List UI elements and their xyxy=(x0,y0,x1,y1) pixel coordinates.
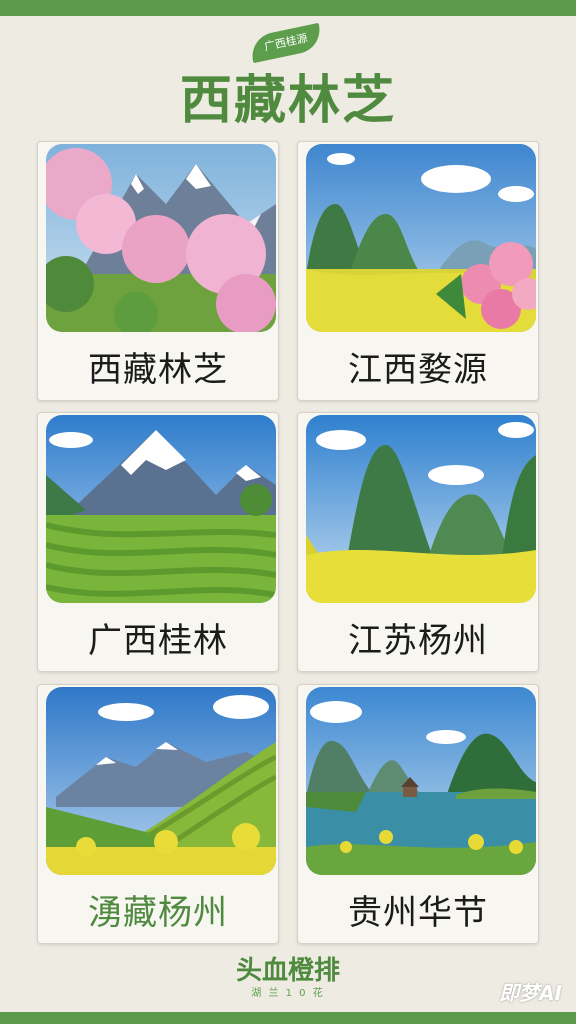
card-label: 江西婺源 xyxy=(348,350,488,390)
top-frame-bar xyxy=(0,0,576,16)
scene-image-mountain-peach xyxy=(46,144,276,332)
bottom-frame-bar xyxy=(0,1012,576,1024)
page-title: 西藏林芝 xyxy=(179,71,396,131)
card-label: 贵州华节 xyxy=(348,893,488,933)
footer-title: 头血橙排 xyxy=(235,956,340,986)
destination-card-3[interactable]: 广西桂林 xyxy=(37,412,279,672)
card-label: 广西桂林 xyxy=(88,621,228,661)
destination-card-6[interactable]: 贵州华节 xyxy=(297,684,539,944)
scene-image-karst-rapeseed xyxy=(306,415,536,603)
scene-image-snow-terraces xyxy=(46,415,276,603)
destination-card-4[interactable]: 江苏杨州 xyxy=(297,412,539,672)
card-label: 江苏杨州 xyxy=(348,621,488,661)
scene-image-karst-lake xyxy=(306,687,536,875)
card-label: 湧藏杨州 xyxy=(88,893,228,933)
scene-image-karst-flowers xyxy=(306,144,536,332)
card-label: 西藏林芝 xyxy=(88,350,228,390)
destination-card-1[interactable]: 西藏林芝 xyxy=(37,141,279,401)
watermark-logo: 即梦AI xyxy=(499,981,562,1005)
scene-image-terraces-rapeseed xyxy=(46,687,276,875)
destination-card-5[interactable]: 湧藏杨州 xyxy=(37,684,279,944)
footer-subtitle: 湖 兰 1 0 花 xyxy=(251,988,325,999)
destination-card-2[interactable]: 江西婺源 xyxy=(297,141,539,401)
